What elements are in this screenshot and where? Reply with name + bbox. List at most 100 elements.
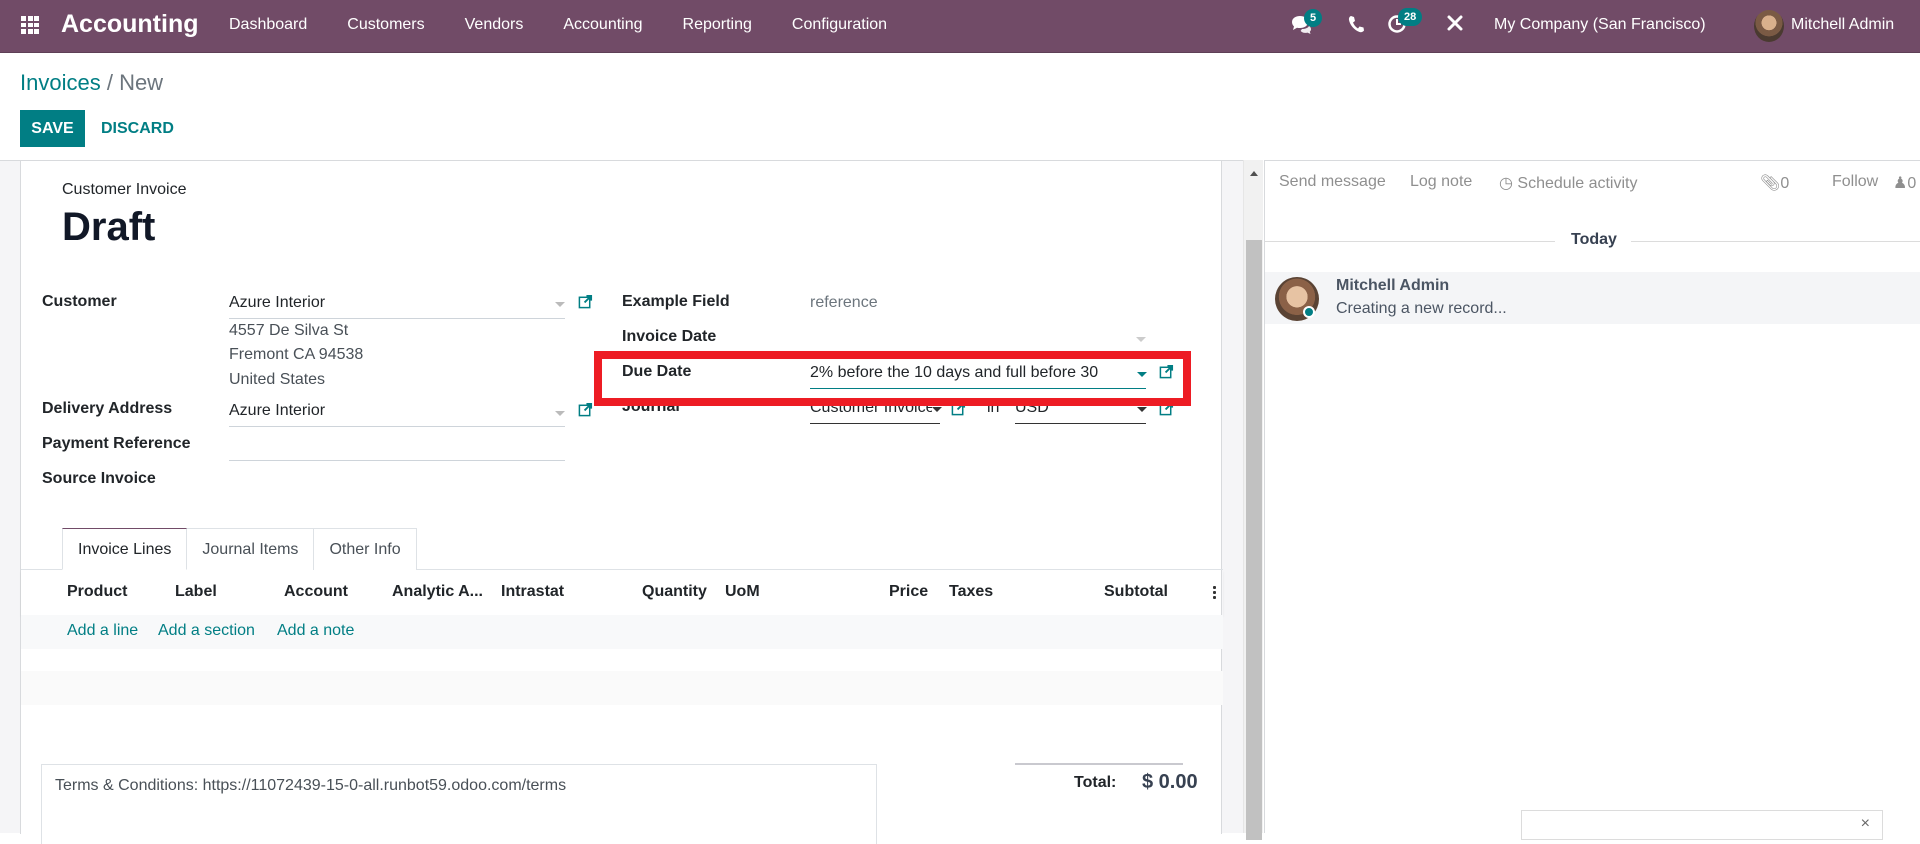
followers-count: 0 xyxy=(1907,175,1917,192)
column-quantity[interactable]: Quantity xyxy=(642,583,707,601)
app-name[interactable]: Accounting xyxy=(61,10,199,39)
column-intrastat[interactable]: Intrastat xyxy=(501,583,564,601)
empty-row xyxy=(21,671,1223,705)
customer-field[interactable]: Azure Interior xyxy=(229,294,325,312)
main-menu: Dashboard Customers Vendors Accounting R… xyxy=(229,16,927,34)
message-author[interactable]: Mitchell Admin xyxy=(1336,277,1449,295)
add-line-row: Add a line Add a section Add a note xyxy=(21,615,1223,649)
menu-reporting[interactable]: Reporting xyxy=(683,16,752,34)
save-button[interactable]: SAVE xyxy=(20,110,85,147)
customer-dropdown-caret[interactable] xyxy=(555,302,565,307)
followers-button[interactable]: ♟︎0 xyxy=(1893,173,1916,193)
date-separator: Today xyxy=(1571,231,1617,248)
journal-underline xyxy=(810,423,940,424)
paperclip-icon: 📎︎ xyxy=(1760,175,1781,192)
top-navbar: Accounting Dashboard Customers Vendors A… xyxy=(0,0,1920,53)
apps-menu-icon[interactable] xyxy=(21,16,39,34)
payment-reference-input[interactable] xyxy=(229,437,565,459)
invoice-lines-header: Product Label Account Analytic A... Intr… xyxy=(21,570,1223,615)
due-date-external-link-icon[interactable] xyxy=(1159,364,1174,379)
column-taxes[interactable]: Taxes xyxy=(949,583,993,601)
terms-conditions-field[interactable]: Terms & Conditions: https://11072439-15-… xyxy=(41,764,877,844)
user-menu[interactable]: Mitchell Admin xyxy=(1791,16,1894,34)
customer-external-link-icon[interactable] xyxy=(578,294,593,309)
invoice-date-caret[interactable] xyxy=(1136,337,1146,342)
column-analytic-account[interactable]: Analytic A... xyxy=(392,583,483,601)
schedule-activity-button[interactable]: ◷ Schedule activity xyxy=(1499,173,1637,193)
customer-field-underline xyxy=(229,318,565,319)
clock-icon: ◷ xyxy=(1499,175,1513,192)
journal-label: Journal xyxy=(622,398,680,415)
company-switcher[interactable]: My Company (San Francisco) xyxy=(1494,16,1706,34)
due-date-input[interactable]: 2% before the 10 days and full before 30 xyxy=(810,364,1098,382)
currency-external-link-icon[interactable] xyxy=(1159,401,1174,416)
column-price[interactable]: Price xyxy=(889,583,928,601)
currency-caret[interactable] xyxy=(1137,407,1147,412)
notification-panel: × xyxy=(1521,810,1883,840)
log-note-button[interactable]: Log note xyxy=(1410,173,1472,191)
add-note-link[interactable]: Add a note xyxy=(277,622,354,640)
column-product[interactable]: Product xyxy=(67,583,127,601)
scroll-up-arrow-icon[interactable] xyxy=(1250,171,1258,176)
journal-field[interactable]: Customer Invoices xyxy=(810,399,932,417)
attachments-button[interactable]: 📎︎0 xyxy=(1760,173,1789,193)
add-section-link[interactable]: Add a section xyxy=(158,622,255,640)
scrollbar-thumb[interactable] xyxy=(1246,240,1262,840)
tab-invoice-lines[interactable]: Invoice Lines xyxy=(62,528,188,570)
send-message-button[interactable]: Send message xyxy=(1279,173,1386,191)
user-avatar[interactable] xyxy=(1754,10,1784,42)
debug-tools-icon[interactable] xyxy=(1446,14,1464,37)
breadcrumb-current: New xyxy=(119,70,164,95)
delivery-dropdown-caret[interactable] xyxy=(555,411,565,416)
tab-journal-items[interactable]: Journal Items xyxy=(186,528,315,570)
menu-configuration[interactable]: Configuration xyxy=(792,16,887,34)
optional-columns-icon[interactable] xyxy=(1213,585,1216,599)
total-amount: $ 0.00 xyxy=(1142,771,1198,793)
schedule-activity-label: Schedule activity xyxy=(1517,175,1638,192)
journal-caret[interactable] xyxy=(932,407,942,412)
customer-label: Customer xyxy=(42,293,117,310)
example-field-value[interactable]: reference xyxy=(810,294,878,312)
tab-other-info[interactable]: Other Info xyxy=(313,528,417,570)
column-account[interactable]: Account xyxy=(284,583,348,601)
attachments-count: 0 xyxy=(1780,175,1790,192)
chatter-panel: Send message Log note ◷ Schedule activit… xyxy=(1264,160,1920,833)
menu-dashboard[interactable]: Dashboard xyxy=(229,16,307,34)
discard-button[interactable]: DISCARD xyxy=(101,110,174,147)
currency-underline xyxy=(1015,423,1146,424)
invoice-date-label: Invoice Date xyxy=(622,328,717,345)
currency-field[interactable]: USD xyxy=(1015,399,1049,417)
delivery-field-underline xyxy=(229,426,565,427)
journal-external-link-icon[interactable] xyxy=(951,401,966,416)
menu-accounting[interactable]: Accounting xyxy=(563,16,642,34)
close-icon[interactable]: × xyxy=(1861,815,1870,833)
chatter-message: Mitchell Admin Creating a new record... xyxy=(1265,272,1920,324)
customer-address-line-2: Fremont CA 94538 xyxy=(229,346,364,363)
breadcrumb: Invoices / New xyxy=(20,70,163,96)
menu-customers[interactable]: Customers xyxy=(347,16,424,34)
breadcrumb-invoices[interactable]: Invoices xyxy=(20,70,101,95)
form-sheet: Customer Invoice Draft Customer Azure In… xyxy=(20,161,1223,844)
online-status-icon xyxy=(1303,306,1315,318)
column-uom[interactable]: UoM xyxy=(725,583,760,601)
message-body: Creating a new record... xyxy=(1336,300,1507,317)
invoice-type: Customer Invoice xyxy=(62,181,187,198)
customer-address-line-1: 4557 De Silva St xyxy=(229,322,349,339)
breadcrumb-separator: / xyxy=(100,70,120,95)
total-label: Total: xyxy=(1074,774,1117,791)
total-divider xyxy=(1015,763,1183,765)
activities-count-badge: 28 xyxy=(1398,8,1423,26)
column-subtotal[interactable]: Subtotal xyxy=(1104,583,1168,601)
invoice-title: Draft xyxy=(62,205,156,249)
due-date-underline xyxy=(810,388,1146,389)
column-label[interactable]: Label xyxy=(175,583,217,601)
phone-icon[interactable] xyxy=(1348,15,1364,38)
form-scrollbar[interactable] xyxy=(1243,160,1263,840)
follow-button[interactable]: Follow xyxy=(1832,173,1878,191)
invoice-date-input[interactable] xyxy=(810,328,1150,348)
delivery-external-link-icon[interactable] xyxy=(578,402,593,417)
menu-vendors[interactable]: Vendors xyxy=(465,16,524,34)
delivery-address-field[interactable]: Azure Interior xyxy=(229,402,325,420)
due-date-caret[interactable] xyxy=(1137,372,1147,377)
add-line-link[interactable]: Add a line xyxy=(67,622,138,640)
